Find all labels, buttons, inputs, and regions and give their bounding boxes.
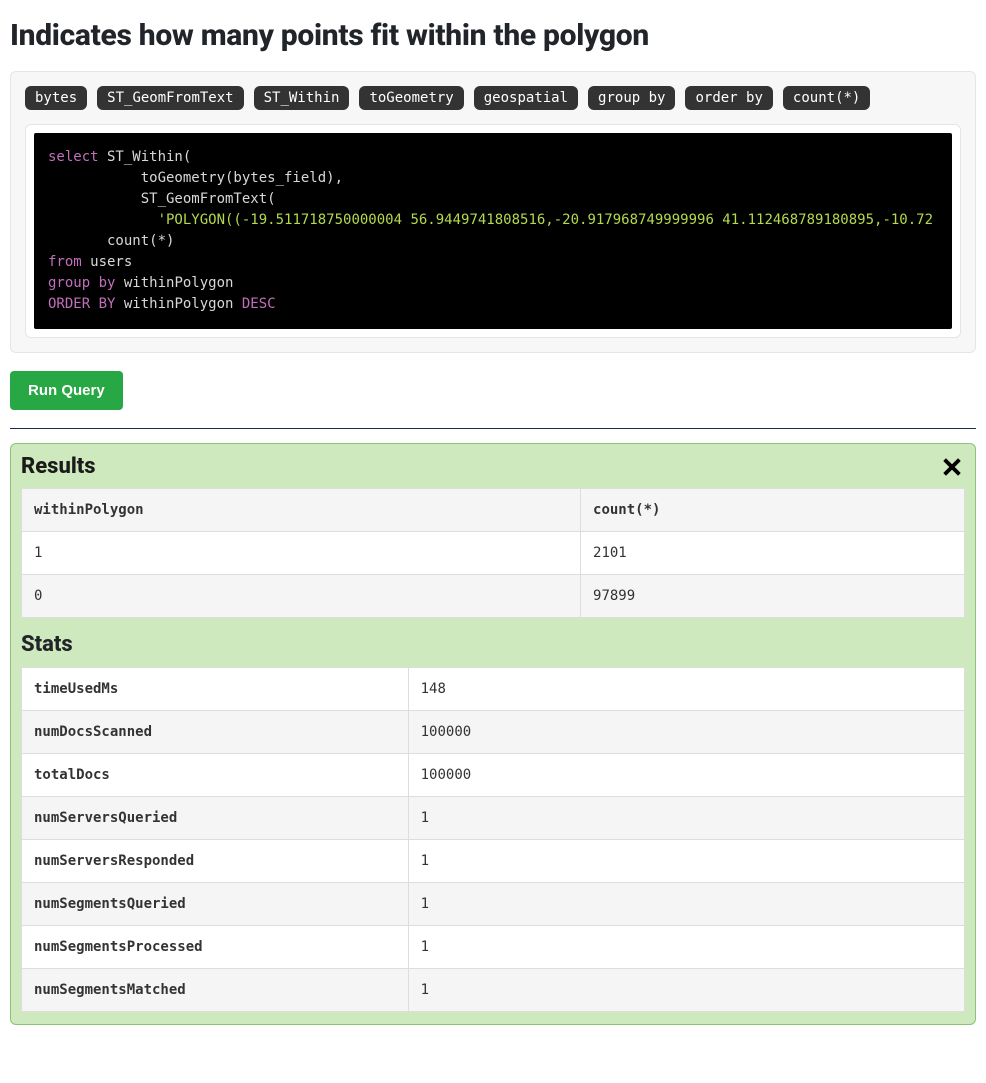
tag[interactable]: toGeometry [359, 86, 463, 110]
table-row: 097899 [22, 575, 965, 618]
tag[interactable]: count(*) [783, 86, 870, 110]
stat-value: 1 [408, 797, 964, 840]
stat-key: timeUsedMs [22, 668, 409, 711]
stats-table: timeUsedMs148numDocsScanned100000totalDo… [21, 667, 965, 1012]
stats-scroll-area[interactable]: timeUsedMs148numDocsScanned100000totalDo… [21, 667, 965, 1012]
tag[interactable]: ST_GeomFromText [97, 86, 243, 110]
code-text: ST_GeomFromText( [48, 191, 276, 207]
keyword-select: select [48, 149, 99, 165]
stat-value: 1 [408, 883, 964, 926]
tag[interactable]: group by [588, 86, 675, 110]
tag-list: bytes ST_GeomFromText ST_Within toGeometry g… [25, 86, 961, 110]
tag[interactable]: geospatial [474, 86, 578, 110]
page-title: Indicates how many points fit within the… [10, 18, 976, 53]
stat-key: numServersQueried [22, 797, 409, 840]
string-literal: 'POLYGON((-19.511718750000004 56.9449741… [158, 212, 933, 228]
stat-value: 1 [408, 969, 964, 1012]
code-text [48, 212, 158, 228]
code-text: ST_Within( [99, 149, 192, 165]
results-title: Results [21, 454, 96, 479]
table-row: numSegmentsQueried1 [22, 883, 965, 926]
stat-key: totalDocs [22, 754, 409, 797]
table-row: numServersQueried1 [22, 797, 965, 840]
table-cell: 97899 [581, 575, 965, 618]
keyword-order-by: ORDER BY [48, 296, 115, 312]
results-header: Results [21, 454, 965, 480]
code-text: users [82, 254, 133, 270]
code-text: withinPolygon [115, 296, 241, 312]
tag[interactable]: ST_Within [254, 86, 350, 110]
tag[interactable]: bytes [25, 86, 87, 110]
table-row: numDocsScanned100000 [22, 711, 965, 754]
keyword-from: from [48, 254, 82, 270]
table-row: timeUsedMs148 [22, 668, 965, 711]
code-container: select ST_Within( toGeometry(bytes_field… [25, 124, 961, 338]
column-header: count(*) [581, 489, 965, 532]
stat-key: numSegmentsMatched [22, 969, 409, 1012]
stat-value: 100000 [408, 754, 964, 797]
column-header: withinPolygon [22, 489, 581, 532]
stat-key: numSegmentsProcessed [22, 926, 409, 969]
stat-value: 1 [408, 926, 964, 969]
stats-title: Stats [21, 632, 965, 657]
table-row: numSegmentsProcessed1 [22, 926, 965, 969]
stat-key: numServersResponded [22, 840, 409, 883]
run-query-button[interactable]: Run Query [10, 371, 123, 410]
code-text: withinPolygon [115, 275, 233, 291]
table-cell: 1 [22, 532, 581, 575]
stat-value: 148 [408, 668, 964, 711]
divider [10, 428, 976, 429]
table-row: 12101 [22, 532, 965, 575]
results-table: withinPolygoncount(*) 12101097899 [21, 488, 965, 618]
stat-key: numSegmentsQueried [22, 883, 409, 926]
code-text: count(*) [48, 233, 174, 249]
stat-value: 100000 [408, 711, 964, 754]
close-icon[interactable] [939, 454, 965, 480]
tag[interactable]: order by [685, 86, 772, 110]
code-text: toGeometry(bytes_field), [48, 170, 343, 186]
stat-value: 1 [408, 840, 964, 883]
query-panel: bytes ST_GeomFromText ST_Within toGeometry g… [10, 71, 976, 353]
table-row: totalDocs100000 [22, 754, 965, 797]
stat-key: numDocsScanned [22, 711, 409, 754]
table-cell: 0 [22, 575, 581, 618]
sql-code-block[interactable]: select ST_Within( toGeometry(bytes_field… [34, 133, 952, 329]
table-cell: 2101 [581, 532, 965, 575]
keyword-group-by: group by [48, 275, 115, 291]
table-row: numServersResponded1 [22, 840, 965, 883]
table-row: numSegmentsMatched1 [22, 969, 965, 1012]
keyword-desc: DESC [242, 296, 276, 312]
results-panel: Results withinPolygoncount(*) 1210109789… [10, 443, 976, 1025]
